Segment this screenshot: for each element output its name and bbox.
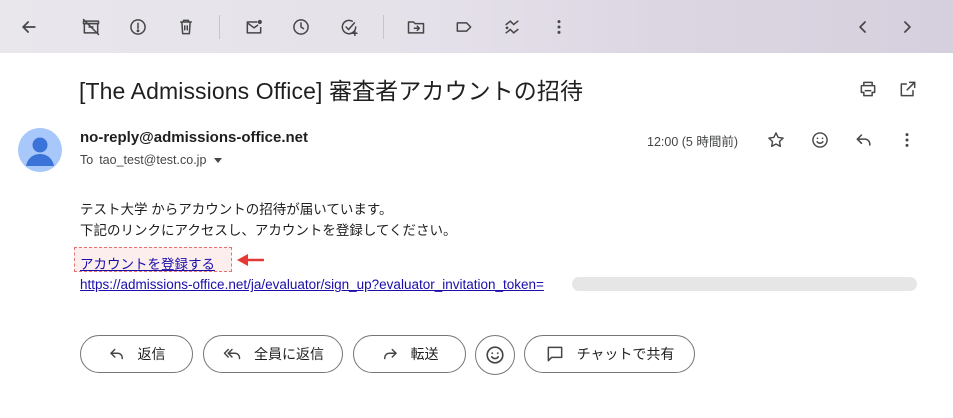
more-actions-icon[interactable] <box>494 9 530 45</box>
recipient-email: tao_test@test.co.jp <box>99 153 207 167</box>
reply-icon <box>109 348 123 360</box>
share-in-chat-button[interactable]: チャットで共有 <box>524 335 695 373</box>
add-task-icon[interactable] <box>331 9 367 45</box>
email-subject: [The Admissions Office] 審査者アカウントの招待 <box>79 78 584 104</box>
body-text-line-1: テスト大学 からアカウントの招待が届いています。 <box>80 202 393 217</box>
emoji-reaction-icon[interactable] <box>808 128 832 152</box>
toolbar-separator <box>219 15 220 39</box>
back-arrow-icon[interactable] <box>11 9 47 45</box>
next-icon[interactable] <box>889 9 925 45</box>
toolbar <box>0 0 953 53</box>
mark-unread-icon[interactable] <box>236 9 272 45</box>
more-vert-icon[interactable] <box>895 128 919 152</box>
delete-icon[interactable] <box>168 9 204 45</box>
reply-button[interactable]: 返信 <box>80 335 193 373</box>
email-timestamp: 12:00 (5 時間前) <box>647 135 739 149</box>
label-icon[interactable] <box>446 9 482 45</box>
more-vert-icon[interactable] <box>541 9 577 45</box>
to-label: To <box>80 153 94 167</box>
sender-email[interactable]: no-reply@admissions-office.net <box>80 129 308 146</box>
forward-button[interactable]: 転送 <box>353 335 466 373</box>
body-text-line-2: 下記のリンクにアクセスし、アカウントを登録してください。 <box>80 223 457 238</box>
chevron-down-icon[interactable] <box>214 158 223 163</box>
emoji-icon <box>486 346 504 364</box>
report-spam-icon[interactable] <box>120 9 156 45</box>
archive-off-icon[interactable] <box>73 9 109 45</box>
move-to-icon[interactable] <box>398 9 434 45</box>
open-new-window-icon[interactable] <box>897 78 919 100</box>
reply-icon[interactable] <box>852 128 876 152</box>
avatar[interactable] <box>18 128 62 172</box>
chat-icon <box>547 346 562 362</box>
forward-label: 転送 <box>410 346 439 362</box>
register-account-link[interactable]: アカウントを登録する <box>80 253 215 273</box>
emoji-button[interactable] <box>475 335 515 375</box>
print-icon[interactable] <box>857 78 879 100</box>
share-in-chat-label: チャットで共有 <box>576 346 675 362</box>
annotation-arrow-icon <box>237 254 264 266</box>
reply-label: 返信 <box>137 346 166 362</box>
redacted-token <box>572 277 917 291</box>
recipient-line: To tao_test@test.co.jp <box>80 153 223 167</box>
reply-all-icon <box>223 348 241 360</box>
star-icon[interactable] <box>764 128 788 152</box>
reply-all-label: 全員に返信 <box>254 346 324 362</box>
prev-icon[interactable] <box>845 9 881 45</box>
invitation-url-link[interactable]: https://admissions-office.net/ja/evaluat… <box>80 277 544 292</box>
reply-all-button[interactable]: 全員に返信 <box>203 335 343 373</box>
snooze-icon[interactable] <box>283 9 319 45</box>
toolbar-separator <box>383 15 384 39</box>
forward-icon <box>383 348 397 360</box>
